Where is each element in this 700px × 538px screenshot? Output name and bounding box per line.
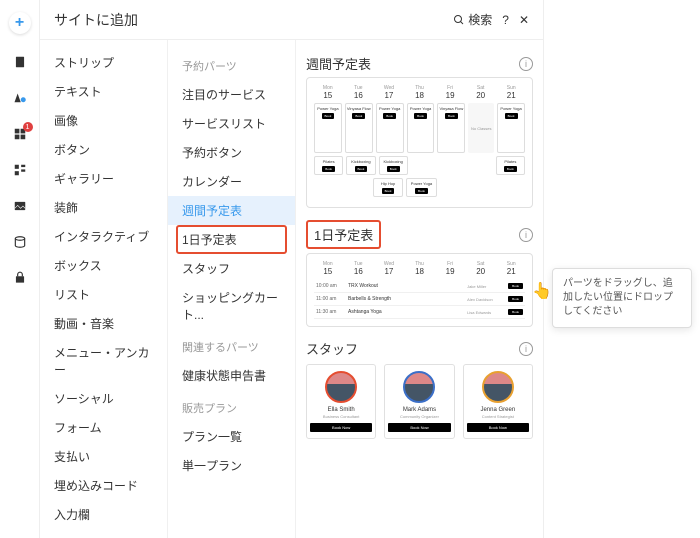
media-icon[interactable]: [12, 198, 28, 214]
left-icon-bar: + 1: [0, 0, 40, 538]
search-button[interactable]: 検索: [453, 11, 492, 28]
info-icon[interactable]: i: [519, 228, 533, 242]
preview-title: 1日予定表: [306, 220, 381, 249]
panel-header: サイトに追加 検索 ? ✕: [40, 0, 543, 40]
subcategory-item[interactable]: サービスリスト: [168, 109, 295, 138]
category-item[interactable]: 装飾: [40, 193, 167, 222]
highlight-marker: 1日予定表: [176, 225, 287, 254]
search-icon: [453, 14, 465, 26]
category-item[interactable]: 動画・音楽: [40, 309, 167, 338]
panel-title: サイトに追加: [54, 10, 443, 30]
daily-preview-card[interactable]: Mon15Tue16Wed17Thu18Fri19Sat20Sun2110:00…: [306, 253, 533, 327]
category-item[interactable]: ボックス: [40, 251, 167, 280]
staff-card[interactable]: Mark AdamsCommunity OrganizerBook Now: [384, 364, 454, 439]
category-item[interactable]: 支払い: [40, 442, 167, 471]
category-item[interactable]: インタラクティブ: [40, 222, 167, 251]
category-item[interactable]: テキスト: [40, 77, 167, 106]
sections-icon[interactable]: [12, 162, 28, 178]
apps-badge: 1: [23, 122, 33, 132]
subcategory-item[interactable]: 注目のサービス: [168, 80, 295, 109]
add-icon[interactable]: +: [9, 12, 31, 34]
category-item[interactable]: フォーム: [40, 413, 167, 442]
cursor-hand-icon: 👆: [532, 281, 552, 301]
add-panel: サイトに追加 検索 ? ✕ ストリップテキスト画像ボタンギャラリー装飾インタラク…: [40, 0, 544, 538]
section-title: 予約パーツ: [168, 48, 295, 80]
category-item[interactable]: ストリップ: [40, 48, 167, 77]
preview-heading: 週間予定表i: [306, 54, 533, 73]
close-button[interactable]: ✕: [519, 13, 529, 27]
category-item[interactable]: コンテンツマネージ...: [40, 529, 167, 538]
preview-heading: スタッフi: [306, 339, 533, 358]
data-icon[interactable]: [12, 234, 28, 250]
preview-heading: 1日予定表 i: [306, 220, 533, 249]
apps-icon[interactable]: 1: [12, 126, 28, 142]
subcategory-item[interactable]: 1日予定表: [182, 231, 281, 248]
subcategory-item[interactable]: 週間予定表: [168, 196, 295, 225]
category-item[interactable]: 入力欄: [40, 500, 167, 529]
subcategory-item[interactable]: ショッピングカート...: [168, 283, 295, 329]
staff-preview-row[interactable]: Ella SmithBusiness ConsultantBook NowMar…: [306, 364, 533, 439]
preview-title: 週間予定表: [306, 54, 519, 73]
page-icon[interactable]: [12, 54, 28, 70]
font-icon[interactable]: [12, 90, 28, 106]
staff-card[interactable]: Ella SmithBusiness ConsultantBook Now: [306, 364, 376, 439]
section-title: 販売プラン: [168, 390, 295, 422]
preview-title: スタッフ: [306, 339, 519, 358]
category-item[interactable]: ソーシャル: [40, 384, 167, 413]
subcategory-list: 予約パーツ注目のサービスサービスリスト予約ボタンカレンダー週間予定表 1日予定表ス…: [168, 40, 296, 538]
subcategory-item[interactable]: 健康状態申告書: [168, 361, 295, 390]
store-icon[interactable]: [12, 270, 28, 286]
category-item[interactable]: ギャラリー: [40, 164, 167, 193]
subcategory-item[interactable]: 単一プラン: [168, 451, 295, 480]
weekly-preview-card[interactable]: Mon15Tue16Wed17Thu18Fri19Sat20Sun21Power…: [306, 77, 533, 208]
subcategory-item[interactable]: スタッフ: [168, 254, 295, 283]
staff-card[interactable]: Jenna GreenContent StrategistBook Now: [463, 364, 533, 439]
subcategory-item[interactable]: 予約ボタン: [168, 138, 295, 167]
category-item[interactable]: ボタン: [40, 135, 167, 164]
help-button[interactable]: ?: [502, 13, 509, 27]
category-list: ストリップテキスト画像ボタンギャラリー装飾インタラクティブボックスリスト動画・音…: [40, 40, 168, 538]
subcategory-item[interactable]: プラン一覧: [168, 422, 295, 451]
subcategory-item[interactable]: カレンダー: [168, 167, 295, 196]
search-label: 検索: [468, 11, 492, 28]
drag-tooltip: パーツをドラッグし、追加したい位置にドロップしてください: [552, 268, 692, 328]
section-title: 関連するパーツ: [168, 329, 295, 361]
category-item[interactable]: 埋め込みコード: [40, 471, 167, 500]
preview-column: 週間予定表iMon15Tue16Wed17Thu18Fri19Sat20Sun2…: [296, 40, 543, 538]
info-icon[interactable]: i: [519, 342, 533, 356]
category-item[interactable]: リスト: [40, 280, 167, 309]
info-icon[interactable]: i: [519, 57, 533, 71]
category-item[interactable]: 画像: [40, 106, 167, 135]
category-item[interactable]: メニュー・アンカー: [40, 338, 167, 384]
